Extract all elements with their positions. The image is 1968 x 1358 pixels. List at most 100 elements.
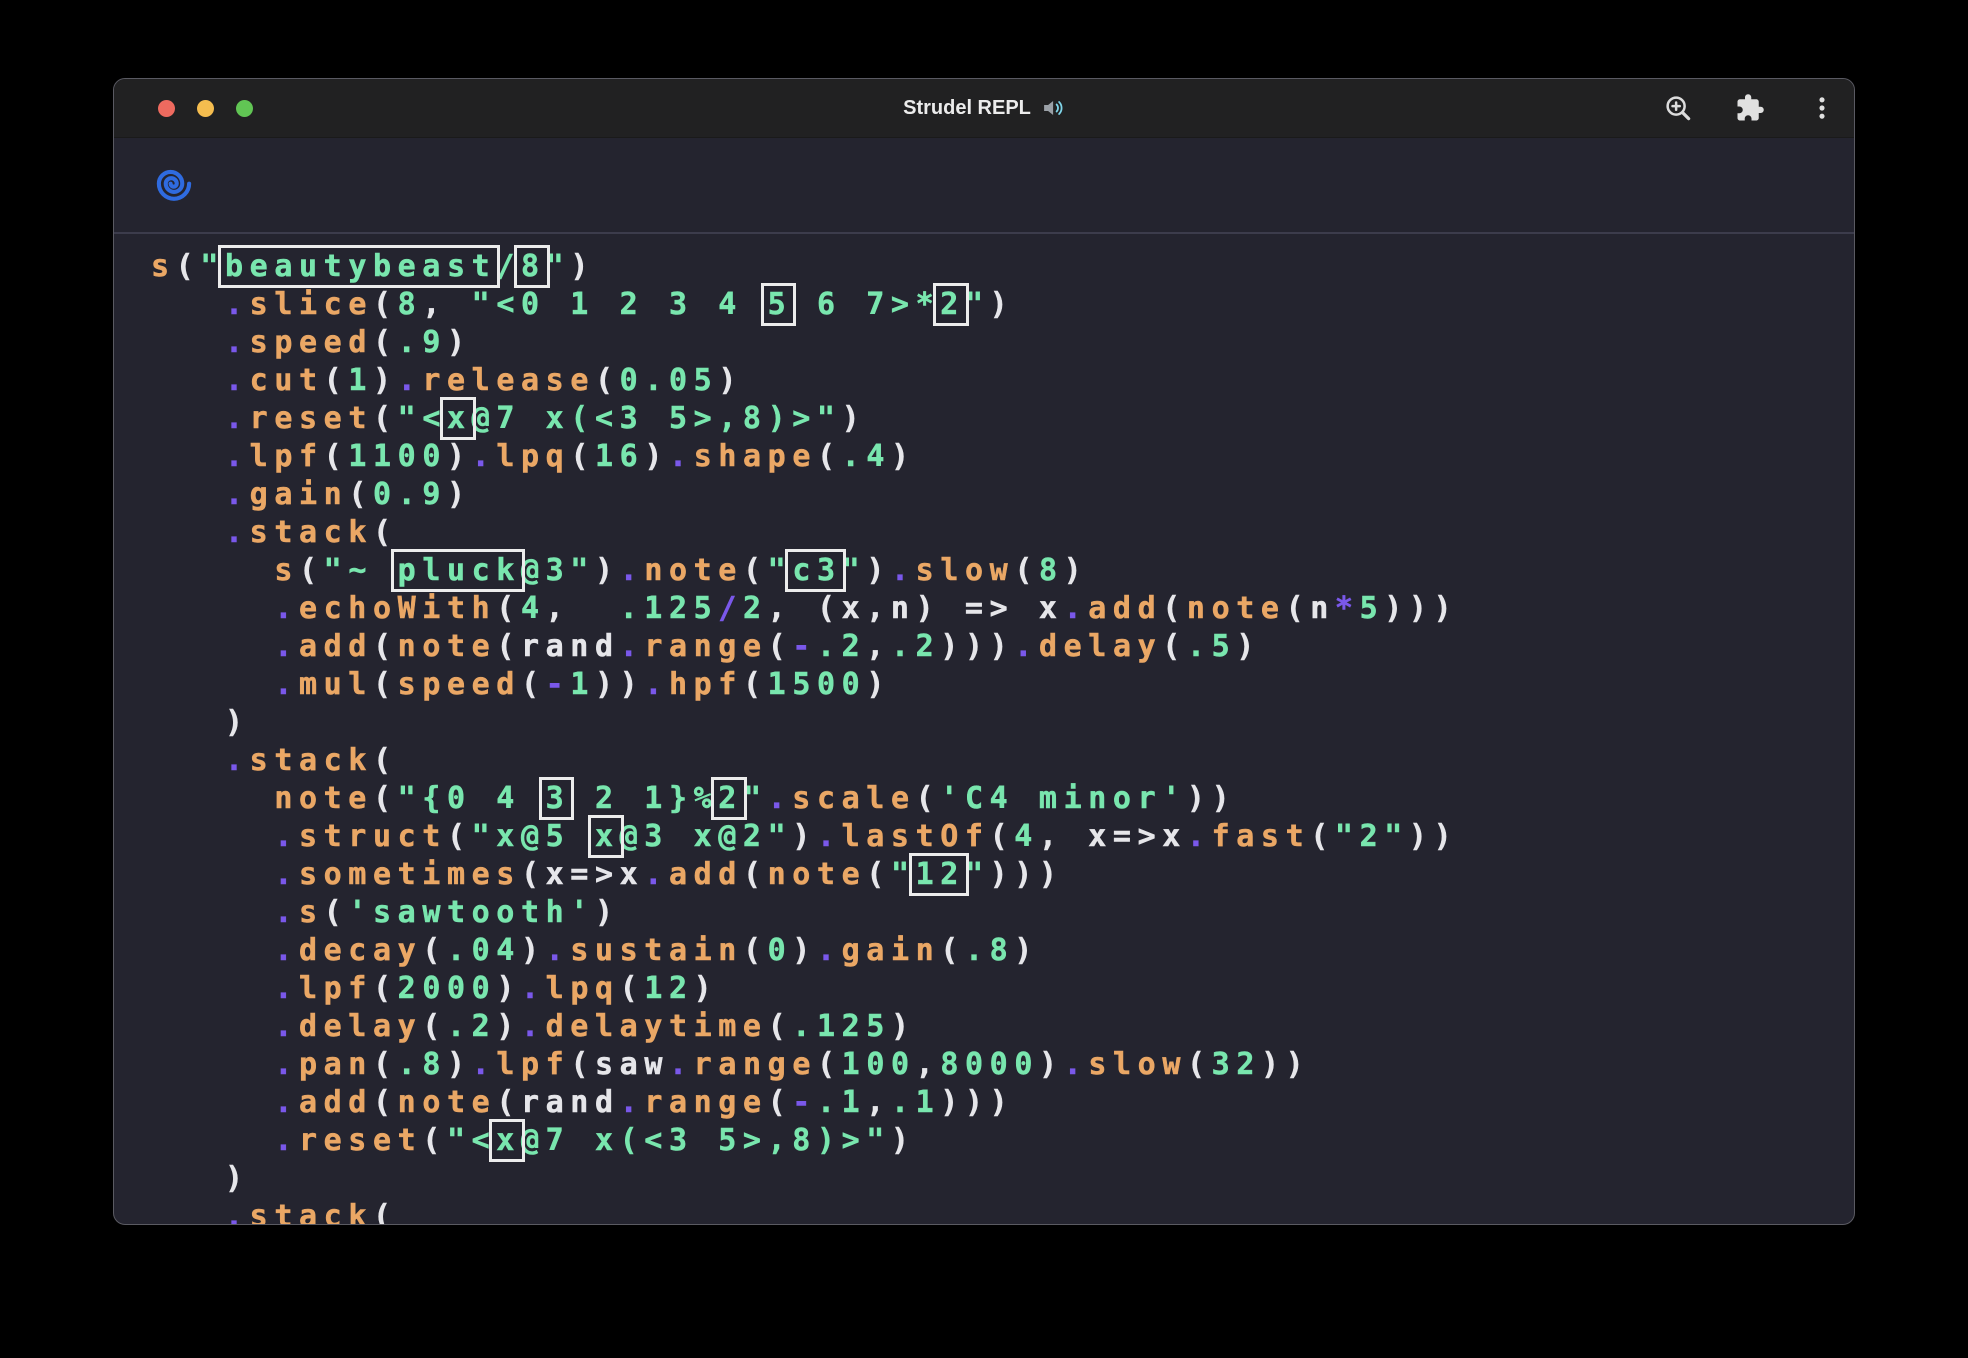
code-token: ( xyxy=(940,933,965,968)
code-token: delay xyxy=(1039,629,1162,664)
code-token: @7 x(<3 5>,8)>" xyxy=(521,1123,891,1158)
speaker-icon xyxy=(1041,96,1065,120)
code-token: ( xyxy=(1014,553,1039,588)
code-token: 0 xyxy=(768,933,793,968)
code-token xyxy=(151,1047,274,1082)
code-token: ( xyxy=(324,439,349,474)
code-token: lpf xyxy=(299,971,373,1006)
code-token xyxy=(151,933,274,968)
code-token: ( xyxy=(422,1123,447,1158)
code-token: . xyxy=(274,1123,299,1158)
close-button[interactable] xyxy=(158,100,175,117)
code-token: note xyxy=(768,857,867,892)
active-event-highlight: x xyxy=(493,1123,521,1158)
code-token: note xyxy=(398,629,497,664)
code-token xyxy=(151,401,225,436)
code-token: , xyxy=(866,1085,891,1120)
code-token: 32 xyxy=(1212,1047,1261,1082)
code-token: note xyxy=(274,781,373,816)
code-line: s("beautybeast/8") xyxy=(151,248,1854,286)
active-event-highlight: beautybeast xyxy=(222,249,496,284)
code-token: 2 1}% xyxy=(570,781,718,816)
code-token: slow xyxy=(1088,1047,1187,1082)
code-token: ( xyxy=(817,1047,842,1082)
code-token: note xyxy=(398,1085,497,1120)
code-token: ) xyxy=(1039,1047,1064,1082)
strudel-spiral-logo-icon[interactable] xyxy=(152,163,196,207)
code-token xyxy=(151,1199,225,1225)
toolbar xyxy=(1658,79,1842,137)
code-token: ( xyxy=(768,1009,793,1044)
app-window: Strudel REPL xyxy=(113,78,1855,1225)
code-token xyxy=(151,895,274,930)
code-token: stack xyxy=(250,515,373,550)
code-token: .1 xyxy=(817,1085,866,1120)
code-token: (x=>x xyxy=(521,857,644,892)
code-editor[interactable]: s("beautybeast/8") .slice(8, "<0 1 2 3 4… xyxy=(114,234,1854,1225)
code-token: ) xyxy=(718,363,743,398)
active-event-highlight: 2 xyxy=(937,287,965,322)
code-token xyxy=(151,629,274,664)
code-token: pan xyxy=(299,1047,373,1082)
code-token: mul xyxy=(299,667,373,702)
code-token: ( xyxy=(373,1199,398,1225)
zoom-button[interactable] xyxy=(236,100,253,117)
code-token: range xyxy=(644,629,767,664)
minimize-button[interactable] xyxy=(197,100,214,117)
code-token: ) xyxy=(447,325,472,360)
code-token: 1 xyxy=(570,667,595,702)
code-token: . xyxy=(225,363,250,398)
code-token: n xyxy=(1310,591,1335,626)
code-line: .echoWith(4, .125/2, (x,n) => x.add(note… xyxy=(151,590,1854,628)
code-token: slice xyxy=(250,287,373,322)
menu-button[interactable] xyxy=(1802,88,1842,128)
code-token: ( xyxy=(990,819,1015,854)
code-token: ( xyxy=(743,933,768,968)
code-line: .reset("<x@7 x(<3 5>,8)>") xyxy=(151,1122,1854,1160)
zoom-in-button[interactable] xyxy=(1658,88,1698,128)
code-token: ( xyxy=(1310,819,1335,854)
code-token: ))) xyxy=(940,629,1014,664)
code-token: ( xyxy=(373,515,398,550)
code-token: 1100 xyxy=(348,439,447,474)
code-token: ( xyxy=(1162,591,1187,626)
code-token xyxy=(151,439,225,474)
code-line: .add(note(rand.range(-.2,.2))).delay(.5) xyxy=(151,628,1854,666)
extensions-button[interactable] xyxy=(1730,88,1770,128)
code-token: reset xyxy=(250,401,373,436)
code-token: .125 xyxy=(792,1009,891,1044)
desktop: { "window": { "title": "Strudel REPL", "… xyxy=(0,0,1968,1358)
code-token: note xyxy=(644,553,743,588)
window-title: Strudel REPL xyxy=(903,96,1065,120)
code-token: ( xyxy=(570,1047,595,1082)
code-token xyxy=(151,325,225,360)
code-token: . xyxy=(521,971,546,1006)
code-token: ( xyxy=(422,933,447,968)
code-token: rand xyxy=(521,1085,620,1120)
code-token: ( xyxy=(570,439,595,474)
code-token xyxy=(151,553,274,588)
code-token: . xyxy=(620,1085,645,1120)
active-event-highlight: 12 xyxy=(913,857,965,892)
code-token: range xyxy=(694,1047,817,1082)
code-token: add xyxy=(299,1085,373,1120)
code-token xyxy=(151,363,225,398)
code-token: stack xyxy=(250,743,373,778)
code-token xyxy=(151,667,274,702)
code-token: ) xyxy=(496,971,521,1006)
code-token: 6 7>* xyxy=(792,287,940,322)
code-token: ( xyxy=(866,857,891,892)
code-token: range xyxy=(644,1085,767,1120)
code-token: 1500 xyxy=(768,667,867,702)
code-line: .slice(8, "<0 1 2 3 4 5 6 7>*2") xyxy=(151,286,1854,324)
code-line: ) xyxy=(151,704,1854,742)
code-token: 12 xyxy=(644,971,693,1006)
code-token: . xyxy=(817,933,842,968)
code-token: ) xyxy=(447,1047,472,1082)
code-line: .stack( xyxy=(151,514,1854,552)
code-token: 8 xyxy=(398,287,423,322)
code-token: " xyxy=(965,287,990,322)
code-token xyxy=(151,515,225,550)
code-token: slow xyxy=(916,553,1015,588)
code-token: ( xyxy=(176,249,201,284)
